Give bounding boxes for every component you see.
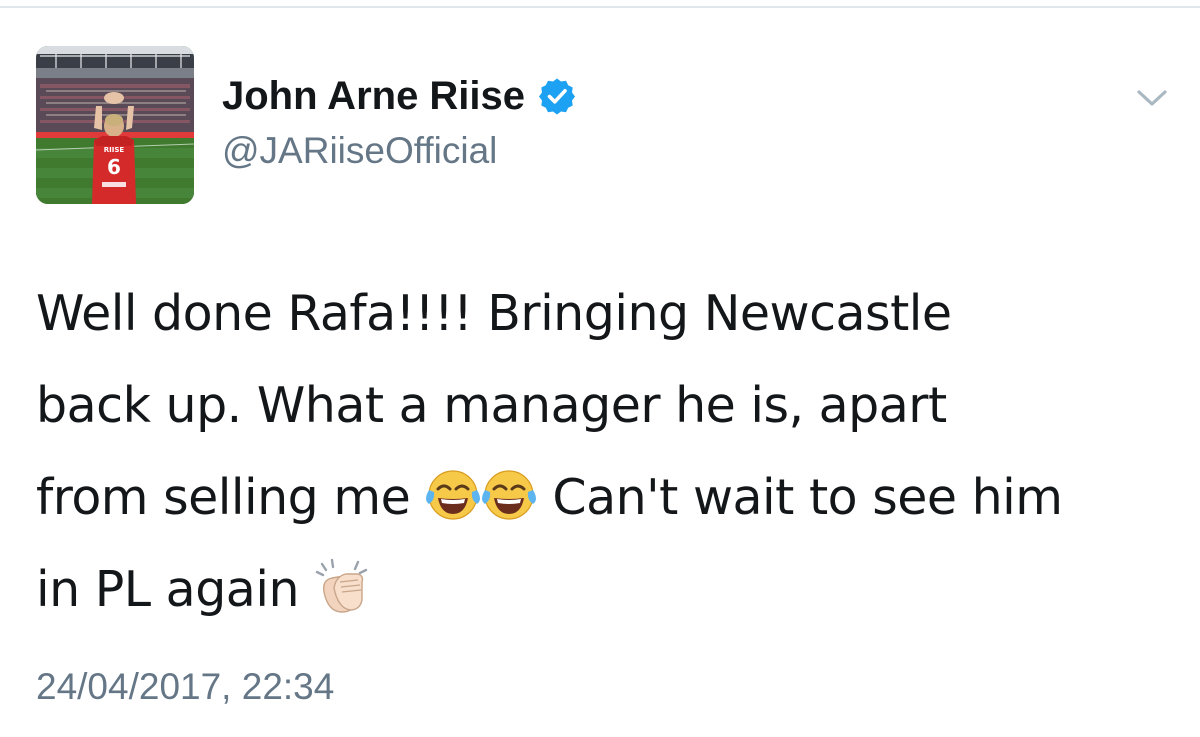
chevron-down-icon[interactable] — [1135, 86, 1169, 110]
tweet-text-line-3-start: from selling me — [36, 469, 426, 526]
top-divider — [0, 6, 1200, 8]
author-handle[interactable]: @JARiiseOfficial — [222, 128, 497, 174]
tweet-text-line-3: from selling me Can't wait to see him — [36, 452, 1176, 544]
clapping-hands-icon — [314, 552, 370, 613]
face-with-tears-of-joy-icon — [425, 460, 481, 520]
tweet-timestamp[interactable]: 24/04/2017, 22:34 — [36, 664, 334, 710]
jersey-name: RIISE — [104, 146, 125, 154]
tweet-text-line-1: Well done Rafa!!!! Bringing Newcastle — [36, 285, 952, 342]
tweet-text-line-4: in PL again — [36, 544, 1176, 636]
tweet-text-line-4-start: in PL again — [36, 561, 315, 618]
avatar[interactable]: RIISE 6 — [36, 46, 194, 204]
player-avatar-image: RIISE 6 — [36, 46, 194, 204]
tweet-text-line-2: back up. What a manager he is, apart — [36, 377, 947, 434]
tweet-text: Well done Rafa!!!! Bringing Newcastle ba… — [36, 268, 1176, 636]
jersey-number: 6 — [107, 155, 121, 179]
tweet-text-line-3-end: Can't wait to see him — [537, 469, 1063, 526]
author-display-name[interactable]: John Arne Riise — [222, 72, 577, 120]
display-name-text[interactable]: John Arne Riise — [222, 72, 525, 120]
face-with-tears-of-joy-icon — [481, 460, 537, 520]
verified-badge-icon — [537, 76, 577, 116]
